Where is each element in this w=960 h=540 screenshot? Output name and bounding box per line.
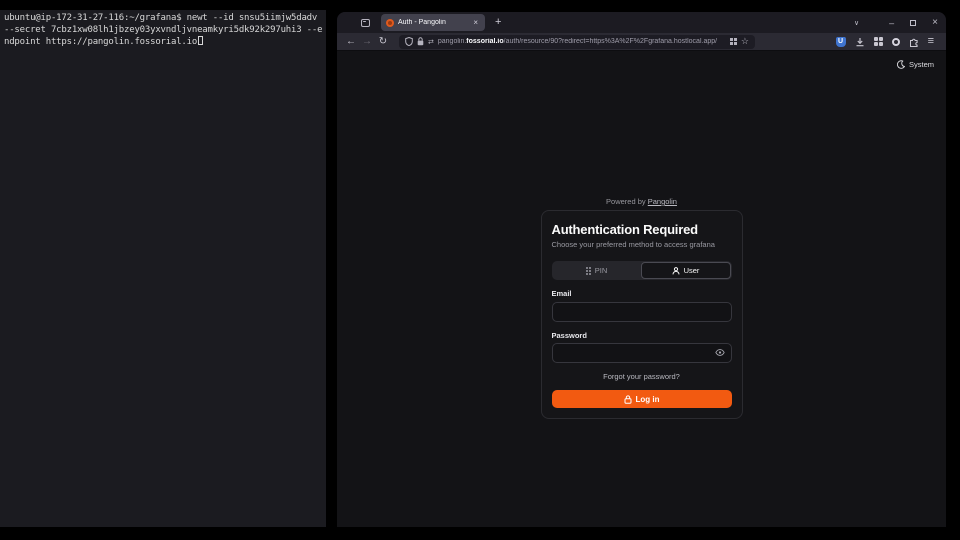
extensions-puzzle-icon[interactable] <box>909 37 919 47</box>
card-title: Authentication Required <box>552 222 732 237</box>
permissions-arrows-icon[interactable]: ⇄ <box>428 38 434 46</box>
browser-window: Auth - Pangolin × + ∨ – × ← → ↻ ⇄ pangol… <box>337 12 946 527</box>
keypad-icon <box>586 267 591 275</box>
browser-toolbar: ← → ↻ ⇄ pangolin.fossorial.io/auth/resou… <box>337 33 946 51</box>
email-label: Email <box>552 289 732 298</box>
tab-pin[interactable]: PIN <box>553 262 641 279</box>
user-icon <box>672 267 680 275</box>
password-label: Password <box>552 331 732 340</box>
forgot-password-link[interactable]: Forgot your password? <box>552 372 732 381</box>
moon-icon <box>896 60 905 69</box>
tab-bar: Auth - Pangolin × + ∨ – × <box>337 12 946 33</box>
terminal-line: ndpoint https://pangolin.fossorial.io <box>4 36 322 49</box>
email-field[interactable] <box>552 302 732 322</box>
auth-card: Authentication Required Choose your pref… <box>541 210 743 419</box>
ublock-extension-icon[interactable]: U <box>836 37 846 47</box>
shield-icon[interactable] <box>405 37 413 46</box>
window-controls: ∨ – × <box>854 17 938 28</box>
auth-method-tabs: PIN User <box>552 261 732 280</box>
forward-button[interactable]: → <box>359 37 375 47</box>
bookmark-star-icon[interactable]: ☆ <box>741 37 749 46</box>
password-field[interactable] <box>552 343 732 363</box>
shortcuts-grid-icon[interactable] <box>730 38 737 45</box>
new-tab-button[interactable]: + <box>495 17 501 28</box>
tab-user[interactable]: User <box>641 262 731 279</box>
lock-icon[interactable] <box>417 37 424 46</box>
minimize-button[interactable]: – <box>889 18 894 28</box>
toolbar-extensions: U ≡ <box>836 36 938 47</box>
menu-hamburger-icon[interactable]: ≡ <box>928 36 934 47</box>
tab-auth-pangolin[interactable]: Auth - Pangolin × <box>381 14 485 31</box>
close-window-button[interactable]: × <box>932 17 938 28</box>
show-password-eye-icon[interactable] <box>715 348 725 357</box>
url-bar[interactable]: ⇄ pangolin.fossorial.io/auth/resource/90… <box>399 35 755 49</box>
maximize-button[interactable] <box>910 20 916 26</box>
firefox-view-icon <box>361 19 370 27</box>
powered-by: Powered by Pangolin <box>337 197 946 206</box>
pangolin-favicon-icon <box>386 19 394 27</box>
card-subtitle: Choose your preferred method to access g… <box>552 240 732 249</box>
terminal-cursor <box>198 36 203 45</box>
terminal-line: --secret 7cbz1xw08lh1jbzey03yxvndljvneam… <box>4 25 322 37</box>
downloads-icon[interactable] <box>855 37 865 47</box>
firefox-view-button[interactable] <box>357 15 373 31</box>
theme-toggle-button[interactable]: System <box>896 60 934 69</box>
terminal-window[interactable]: ubuntu@ip-172-31-27-116:~/grafana$ newt … <box>0 10 326 527</box>
close-tab-icon[interactable]: × <box>471 18 480 28</box>
back-button[interactable]: ← <box>343 37 359 47</box>
login-button[interactable]: Log in <box>552 390 732 408</box>
all-tabs-grid-icon[interactable] <box>874 37 883 46</box>
pangolin-link[interactable]: Pangolin <box>648 197 677 206</box>
account-icon[interactable] <box>892 38 900 46</box>
tab-title: Auth - Pangolin <box>398 19 467 26</box>
lock-icon <box>624 395 632 404</box>
terminal-line: ubuntu@ip-172-31-27-116:~/grafana$ newt … <box>4 13 322 25</box>
auth-page: System Powered by Pangolin Authenticatio… <box>337 51 946 526</box>
reload-button[interactable]: ↻ <box>375 37 391 47</box>
url-text: pangolin.fossorial.io/auth/resource/90?r… <box>438 38 726 45</box>
list-tabs-chevron-icon[interactable]: ∨ <box>854 19 859 27</box>
theme-toggle-label: System <box>909 60 934 69</box>
